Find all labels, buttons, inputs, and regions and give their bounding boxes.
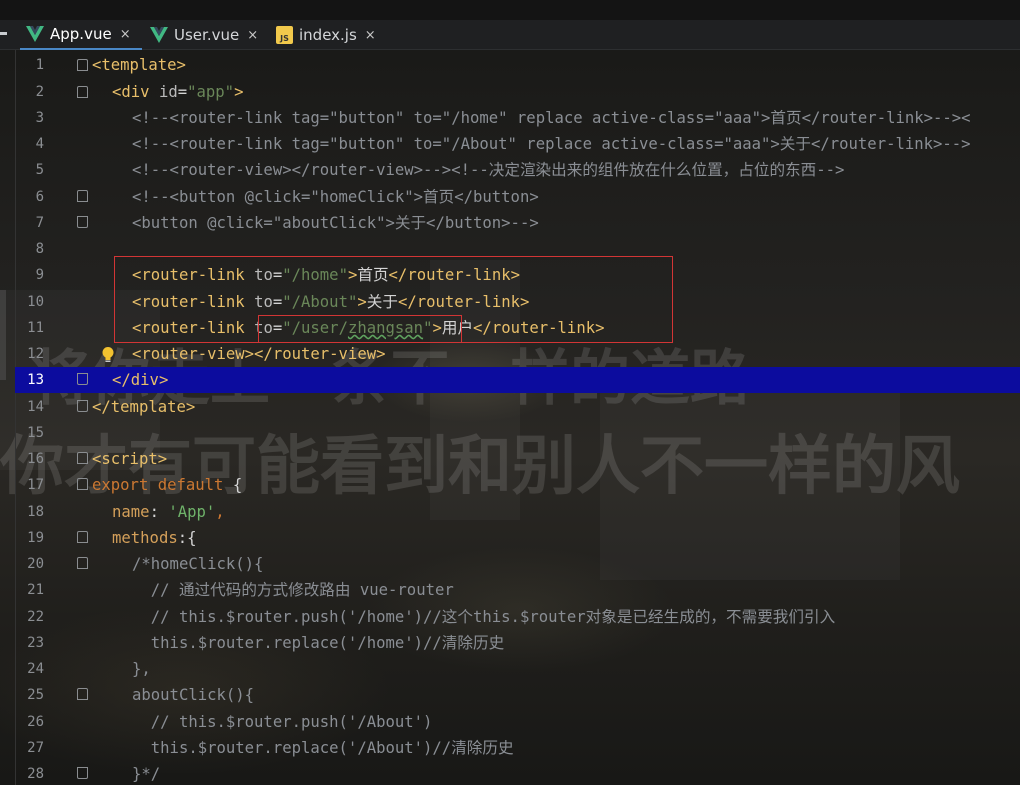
scrollbar[interactable] [0,290,6,380]
tab-label: index.js [299,26,357,44]
code-line-18[interactable]: name: 'App', [112,499,225,525]
line-number: 20 [27,556,44,572]
tab-bar-marker [0,32,7,35]
vue-logo-icon [26,26,44,42]
code-line-17[interactable]: export default { [92,472,242,498]
code-line-1[interactable]: <template> [92,52,186,78]
code-line-4[interactable]: <!--<router-link tag="button" to="/About… [132,131,971,157]
fold-toggle-icon[interactable] [77,531,88,543]
tab-user-vue[interactable]: User.vue × [144,20,264,50]
fold-toggle-icon[interactable] [77,373,88,385]
line-number: 10 [27,294,44,310]
code-line-6[interactable]: <!--<button @click="homeClick">首页</butto… [132,184,539,210]
fold-toggle-icon[interactable] [77,59,88,71]
line-number: 22 [27,609,44,625]
fold-toggle-icon[interactable] [77,688,88,700]
code-line-24[interactable]: }, [132,656,151,682]
code-line-12[interactable]: <router-view></router-view> [132,341,385,367]
fold-toggle-icon[interactable] [77,452,88,464]
attribute-name: id [158,83,178,101]
html-tag: > [234,83,244,101]
code-line-2[interactable]: <div id="app"> [112,79,243,105]
line-number: 14 [27,399,44,415]
close-icon[interactable]: × [120,27,131,42]
line-number: 3 [35,110,44,126]
line-number: 4 [35,136,44,152]
code-line-14[interactable]: </template> [92,394,195,420]
line-number-current: 13 [27,372,44,388]
line-number: 2 [35,84,44,100]
lightbulb-icon[interactable] [101,346,115,364]
line-number: 15 [27,425,44,441]
operator: , [215,503,225,521]
line-number: 21 [27,582,44,598]
line-number: 16 [27,451,44,467]
code-line-26[interactable]: // this.$router.push('/About') [132,709,433,735]
code-line-7[interactable]: <button @click="aboutClick">关于</button>-… [132,210,539,236]
fold-toggle-icon[interactable] [77,400,88,412]
html-tag: <div [112,83,159,101]
line-number: 26 [27,714,44,730]
line-number: 18 [27,504,44,520]
fold-toggle-icon[interactable] [77,767,88,779]
code-line-23[interactable]: this.$router.replace('/home')//清除历史 [132,630,504,656]
string-value: 'App' [168,503,216,521]
line-number: 19 [27,530,44,546]
line-number: 6 [35,189,44,205]
line-number: 23 [27,635,44,651]
tab-app-vue[interactable]: App.vue × [20,20,142,50]
line-number: 5 [35,162,44,178]
code-line-19[interactable]: methods:{ [112,525,197,551]
line-number: 25 [27,687,44,703]
code-line-3[interactable]: <!--<router-link tag="button" to="/home"… [132,105,971,131]
close-icon[interactable]: × [247,28,258,43]
operator: = [177,83,188,101]
tab-index-js[interactable]: JS index.js × [270,20,380,50]
line-number: 27 [27,740,44,756]
attribute-value: "app" [187,83,235,101]
line-number: 24 [27,661,44,677]
property-key: name [112,503,150,521]
brace: { [232,476,243,494]
vue-logo-icon [150,27,168,43]
close-icon[interactable]: × [365,28,376,43]
tab-label: App.vue [50,25,112,43]
fold-toggle-icon[interactable] [77,190,88,202]
property-key: methods [112,529,178,547]
fold-toggle-icon[interactable] [77,478,88,490]
code-line-20[interactable]: /*homeClick(){ [132,551,263,577]
code-line-21[interactable]: // 通过代码的方式修改路由 vue-router [132,577,454,603]
line-number: 28 [27,766,44,782]
line-number: 11 [27,320,44,336]
line-number: 1 [35,57,44,73]
line-number: 17 [27,477,44,493]
brace: :{ [177,529,197,547]
fold-toggle-icon[interactable] [77,216,88,228]
code-line-27[interactable]: this.$router.replace('/About')//清除历史 [132,735,514,761]
fold-toggle-icon[interactable] [77,86,88,98]
editor-window: 将你走上一条不一样的道路 你才有可能看到和别人不一样的风 App.vue × U… [0,0,1020,785]
code-line-25[interactable]: aboutClick(){ [132,682,254,708]
code-line-5[interactable]: <!--<router-view></router-view>--><!--决定… [132,157,844,183]
gutter-divider [15,50,16,785]
line-number: 8 [35,241,44,257]
keyword: export default [92,476,233,494]
line-number: 9 [35,267,44,283]
code-line-13[interactable]: </div> [112,367,168,393]
operator: : [149,503,169,521]
js-file-icon: JS [276,26,293,44]
code-line-22[interactable]: // this.$router.push('/home')//这个this.$r… [132,604,835,630]
annotation-box-user-route [258,315,462,343]
line-number: 12 [27,346,44,362]
tab-label: User.vue [174,26,240,44]
fold-toggle-icon[interactable] [77,557,88,569]
code-line-28[interactable]: }*/ [132,761,160,785]
window-top-strip [0,0,1020,20]
line-number: 7 [35,215,44,231]
html-tag: <template> [92,56,186,74]
code-line-16[interactable]: <script> [92,446,167,472]
